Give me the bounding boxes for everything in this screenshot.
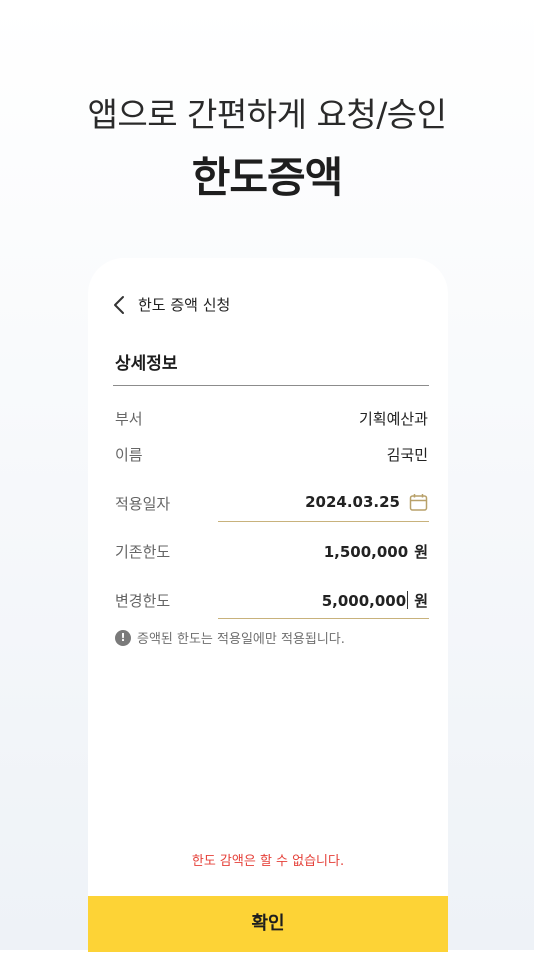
confirm-button[interactable]: 확인 [88,896,448,952]
section-title: 상세정보 [115,354,178,374]
phone-screen: 한도 증액 신청 상세정보 부서 기획예산과 이름 김국민 적용일자 2024.… [88,258,448,958]
chevron-left-icon[interactable] [112,295,126,315]
new-limit-value[interactable]: 5,000,000 [322,592,406,610]
name-label: 이름 [115,446,143,464]
current-limit-label: 기존한도 [115,543,171,561]
notice: ! 증액된 한도는 적용일에만 적용됩니다. [115,628,345,647]
current-limit-value: 1,500,000 [323,543,409,561]
info-icon: ! [115,629,131,646]
new-limit-label: 변경한도 [115,592,171,610]
apply-date-label: 적용일자 [115,495,171,513]
promo-subtitle: 앱으로 간편하게 요청/승인 [87,95,447,134]
department-label: 부서 [115,410,143,428]
apply-date-field[interactable]: 2024.03.25 [305,493,400,511]
new-limit-input[interactable]: 5,000,000 원 [322,590,428,611]
department-value: 기획예산과 [358,410,428,428]
name-value: 김국민 [386,446,428,464]
app-header: 한도 증액 신청 [112,294,230,315]
text-cursor [407,591,409,609]
current-limit-unit: 원 [414,543,428,561]
calendar-icon[interactable] [409,493,428,512]
notice-text: 증액된 한도는 적용일에만 적용됩니다. [137,632,345,647]
apply-date-underline [218,521,429,522]
current-limit-value-group: 1,500,000 원 [324,541,428,562]
new-limit-underline [218,618,429,619]
new-limit-unit: 원 [414,592,428,610]
warning-text: 한도 감액은 할 수 없습니다. [191,854,345,869]
header-title: 한도 증액 신청 [138,296,231,314]
promo-title: 한도증액 [191,153,344,202]
section-divider [113,385,429,386]
